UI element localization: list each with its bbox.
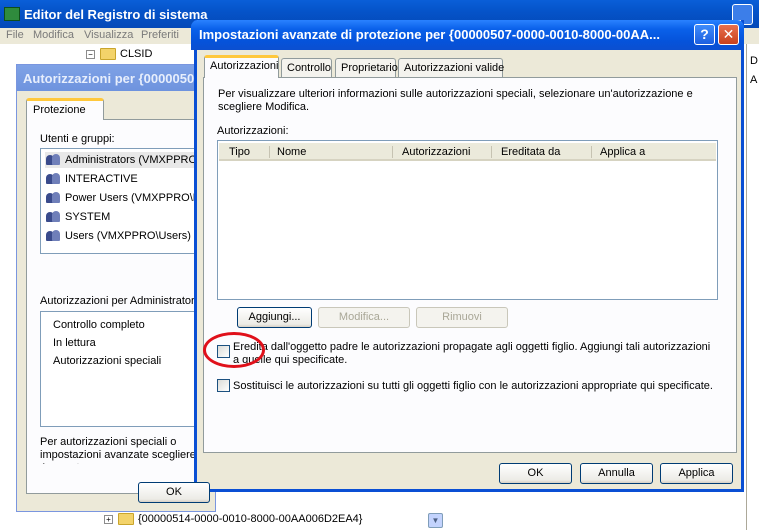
values-header-partial: D	[750, 55, 758, 67]
tab-protezione[interactable]: Protezione	[26, 98, 104, 120]
perm-read: In lettura	[53, 337, 96, 349]
user-label: SYSTEM	[65, 211, 111, 223]
table-header: Tipo Nome Autorizzazioni Ereditata da Ap…	[219, 143, 716, 161]
ok-button[interactable]: OK	[499, 463, 572, 484]
column-header-tipo[interactable]: Tipo	[229, 146, 250, 158]
tab-proprietario[interactable]: Proprietario	[335, 58, 398, 78]
tree-item-bottom[interactable]: + {00000514-0000-0010-8000-00AA006D2EA4}	[104, 513, 363, 526]
tab-autorizzazioni-valide[interactable]: Autorizzazioni valide	[398, 58, 505, 78]
info-text: Per visualizzare ulteriori informazioni …	[218, 88, 693, 113]
column-header-autorizzazioni[interactable]: Autorizzazioni	[402, 146, 470, 158]
user-group-icon	[45, 210, 61, 224]
tab-label: Controllo	[287, 62, 332, 74]
expand-icon[interactable]: +	[104, 514, 113, 524]
users-list[interactable]: Administrators (VMXPPRO\Administrators) …	[40, 148, 275, 254]
registry-values-pane[interactable]	[746, 44, 759, 530]
list-item-interactive[interactable]: INTERACTIVE	[45, 171, 138, 187]
folder-icon	[118, 513, 134, 526]
column-separator[interactable]	[269, 146, 270, 158]
add-button[interactable]: Aggiungi...	[237, 307, 312, 328]
user-group-icon	[45, 229, 61, 243]
tab-label: Proprietario	[341, 62, 398, 74]
advanced-dialog-title: Impostazioni avanzate di protezione per …	[199, 27, 660, 42]
users-label: Utenti e gruppi:	[40, 133, 115, 145]
permissions-ok-button[interactable]: OK	[138, 482, 210, 503]
collapse-icon[interactable]: −	[86, 49, 95, 59]
tree-item-label: CLSID	[120, 48, 153, 60]
perm-special: Autorizzazioni speciali	[53, 355, 162, 367]
tree-item-clsid[interactable]: − CLSID	[86, 48, 152, 64]
scroll-down-arrow-icon[interactable]: ▼	[428, 513, 443, 528]
permission-entries-table[interactable]: Tipo Nome Autorizzazioni Ereditata da Ap…	[217, 140, 718, 300]
tree-item-label: {00000514-0000-0010-8000-00AA006D2EA4}	[138, 513, 363, 525]
perm-full-control: Controllo completo	[53, 319, 145, 331]
tab-autorizzazioni[interactable]: Autorizzazioni	[204, 55, 279, 78]
user-group-icon	[45, 153, 61, 167]
menu-file[interactable]: File	[6, 29, 24, 41]
list-item-users[interactable]: Users (VMXPPRO\Users)	[45, 228, 191, 244]
column-separator[interactable]	[491, 146, 492, 158]
tab-label: Autorizzazioni valide	[404, 62, 505, 74]
menu-preferiti[interactable]: Preferiti	[141, 29, 179, 41]
inherit-label[interactable]: Eredita dall'oggetto padre le autorizzaz…	[233, 341, 713, 367]
replace-label[interactable]: Sostituisci le autorizzazioni su tutti g…	[233, 380, 713, 393]
permissions-dialog-title-bar: Autorizzazioni per {00000507-0000-0010-8…	[17, 65, 407, 91]
column-header-nome[interactable]: Nome	[277, 146, 306, 158]
menu-modifica[interactable]: Modifica	[33, 29, 74, 41]
apply-button[interactable]: Applica	[660, 463, 733, 484]
edit-button[interactable]: Modifica...	[318, 307, 410, 328]
column-header-ereditata-da[interactable]: Ereditata da	[501, 146, 560, 158]
column-separator[interactable]	[591, 146, 592, 158]
advanced-dialog-title-bar: Impostazioni avanzate di protezione per …	[191, 20, 744, 50]
list-item-system[interactable]: SYSTEM	[45, 209, 110, 225]
remove-button[interactable]: Rimuovi	[416, 307, 508, 328]
menu-visualizza[interactable]: Visualizza	[84, 29, 133, 41]
highlight-circle-annotation	[203, 332, 265, 368]
values-item-partial: A	[750, 74, 758, 86]
registry-title: Editor del Registro di sistema	[24, 7, 208, 22]
column-header-applica-a[interactable]: Applica a	[600, 146, 645, 158]
special-permissions-note: Per autorizzazioni speciali o impostazio…	[40, 436, 196, 464]
tab-label: Autorizzazioni	[210, 60, 279, 72]
folder-icon	[100, 48, 116, 61]
close-button[interactable]: ✕	[718, 24, 739, 45]
user-label: Users (VMXPPRO\Users)	[65, 230, 191, 242]
user-group-icon	[45, 172, 61, 186]
permissions-for-label: Autorizzazioni per Administrators	[40, 295, 201, 307]
user-label: INTERACTIVE	[65, 173, 138, 185]
entries-label: Autorizzazioni:	[217, 125, 289, 137]
column-separator[interactable]	[392, 146, 393, 158]
user-group-icon	[45, 191, 61, 205]
cancel-button[interactable]: Annulla	[580, 463, 653, 484]
help-button[interactable]: ?	[694, 24, 715, 45]
permissions-list[interactable]: Controllo completo In lettura Autorizzaz…	[40, 311, 206, 427]
tab-label: Protezione	[33, 104, 86, 116]
tab-controllo[interactable]: Controllo	[281, 58, 332, 78]
registry-icon	[4, 7, 20, 21]
replace-checkbox[interactable]	[217, 379, 230, 392]
